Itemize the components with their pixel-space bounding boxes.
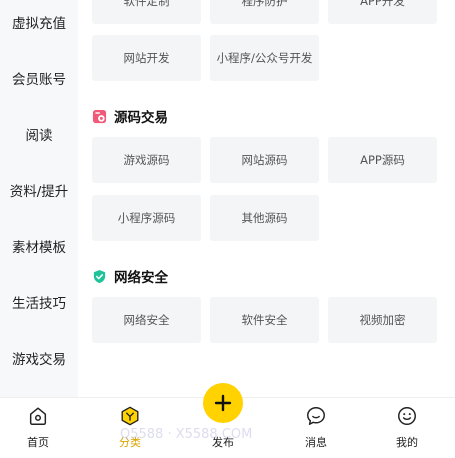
chip-miniprogram-dev[interactable]: 小程序/公众号开发 (210, 35, 319, 81)
sidebar-item-life-tips[interactable]: 生活技巧 (0, 292, 78, 312)
tab-mine-label: 我的 (396, 436, 418, 449)
chip-software-custom[interactable]: 软件定制 (92, 0, 201, 24)
section-title-label: 源码交易 (114, 110, 168, 126)
chip-website-dev[interactable]: 网站开发 (92, 35, 201, 81)
section-title-label: 网络安全 (114, 270, 168, 286)
message-icon (307, 407, 325, 425)
tab-mine[interactable]: 我的 (372, 398, 442, 458)
chip-app-dev[interactable]: APP开发 (328, 0, 437, 24)
smile-icon (398, 407, 416, 425)
chip-website-source[interactable]: 网站源码 (210, 137, 319, 183)
sidebar-item-reading[interactable]: 阅读 (0, 124, 78, 144)
sidebar-item-materials[interactable]: 资料/提升 (0, 180, 78, 200)
shield-check-icon (93, 269, 106, 283)
plus-icon (214, 394, 232, 412)
home-icon (29, 407, 47, 425)
chip-game-source[interactable]: 游戏源码 (92, 137, 201, 183)
sidebar-item-templates[interactable]: 素材模板 (0, 236, 78, 256)
tab-home[interactable]: 首页 (3, 398, 73, 458)
chip-network-security[interactable]: 网络安全 (92, 297, 201, 343)
sidebar-item-member-account[interactable]: 会员账号 (0, 68, 78, 88)
chip-software-security[interactable]: 软件安全 (210, 297, 319, 343)
tab-home-label: 首页 (27, 436, 49, 449)
tab-messages-label: 消息 (305, 436, 327, 449)
category-content: 软件定制 程序防护 APP开发 网站开发 小程序/公众号开发 源码交易 游戏源码… (78, 0, 455, 397)
source-trade-icon (92, 109, 107, 123)
chip-miniprogram-source[interactable]: 小程序源码 (92, 195, 201, 241)
sidebar-item-virtual-recharge[interactable]: 虚拟充值 (0, 12, 78, 32)
category-icon (121, 406, 139, 426)
chip-other-source[interactable]: 其他源码 (210, 195, 319, 241)
sidebar-item-game-trade[interactable]: 游戏交易 (0, 348, 78, 368)
chip-program-protect[interactable]: 程序防护 (210, 0, 319, 24)
chip-video-encrypt[interactable]: 视频加密 (328, 297, 437, 343)
section-title-source-trade: 源码交易 (92, 106, 168, 126)
publish-button[interactable] (203, 383, 243, 423)
tab-messages[interactable]: 消息 (281, 398, 351, 458)
section-title-network-security: 网络安全 (92, 266, 168, 286)
watermark-text: Q5588 · X5588.COM (120, 427, 253, 442)
chip-app-source[interactable]: APP源码 (328, 137, 437, 183)
category-sidebar: 虚拟充值 会员账号 阅读 资料/提升 素材模板 生活技巧 游戏交易 (0, 0, 78, 397)
